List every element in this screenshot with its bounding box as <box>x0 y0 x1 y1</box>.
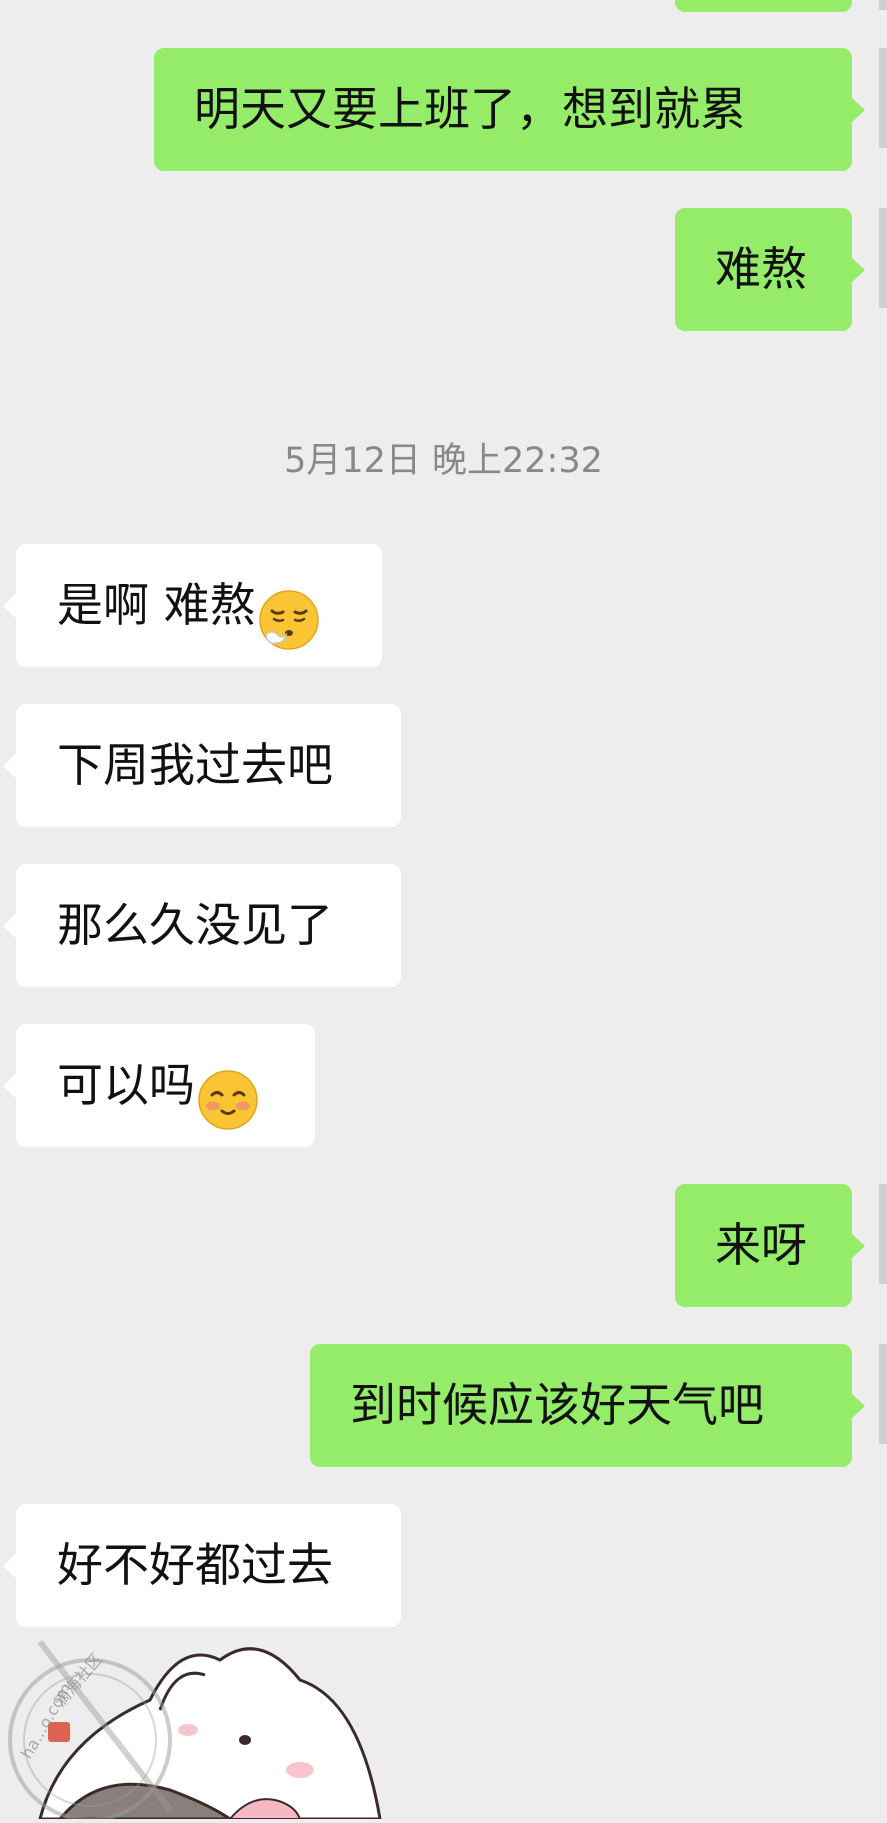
message-text: 可以吗 <box>57 1058 195 1112</box>
smiling-blush-emoji <box>197 1054 259 1130</box>
message-text: 是啊 难熬 <box>57 578 256 632</box>
message-text: 明天又要上班了，想到就累 <box>194 82 746 136</box>
message-bubble-outgoing[interactable]: 到时候应该好天气吧 <box>310 1344 865 1467</box>
message-bubble-incoming[interactable]: 是啊 难熬 <box>3 544 382 667</box>
message-text: 难熬 <box>715 242 807 296</box>
avatar[interactable] <box>879 208 887 308</box>
message-text: 下周我过去吧 <box>57 738 333 792</box>
message-bubble-incoming[interactable]: 好不好都过去 <box>3 1504 401 1627</box>
message-bubble-outgoing[interactable]: 来呀 <box>675 1184 865 1307</box>
message-bubble-incoming[interactable]: 那么久没见了 <box>3 864 401 987</box>
message-bubble-incoming[interactable]: 下周我过去吧 <box>3 704 401 827</box>
message-text: 那么久没见了 <box>57 898 333 952</box>
message-text: 到时候应该好天气吧 <box>350 1378 764 1432</box>
message-text: 来呀 <box>715 1218 807 1272</box>
message-bubble-outgoing[interactable]: 明天又要上班了，想到就累 <box>154 48 865 171</box>
avatar[interactable] <box>879 0 887 10</box>
chat-timestamp: 5月12日 晚上22:32 <box>284 441 603 481</box>
message-text: 好不好都过去 <box>57 1538 333 1592</box>
chat-message-list[interactable]: 明天又要上班了，想到就累 难熬 5月12日 晚上22:32 是啊 难熬 下周我过… <box>0 0 887 1822</box>
message-bubble-incoming[interactable]: 可以吗 <box>3 1024 315 1147</box>
message-bubble-outgoing[interactable] <box>675 0 852 12</box>
message-bubble-outgoing[interactable]: 难熬 <box>675 208 865 331</box>
avatar[interactable] <box>879 1344 887 1444</box>
face-exhaling-emoji <box>258 574 320 650</box>
avatar[interactable] <box>879 48 887 148</box>
avatar[interactable] <box>879 1184 887 1284</box>
watermark: 滴海社区 ha...o.com <box>0 1640 200 1822</box>
